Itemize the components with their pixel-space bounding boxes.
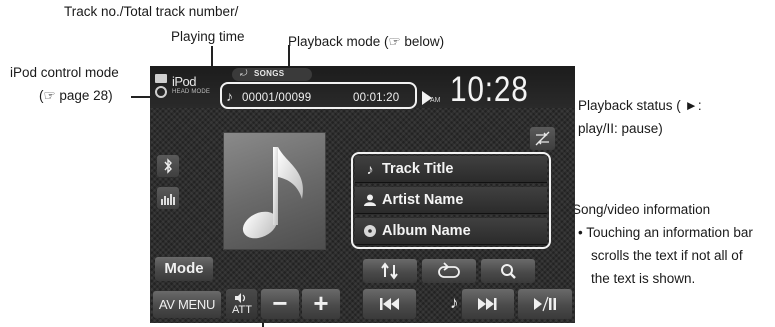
av-menu-button[interactable]: AV MENU xyxy=(153,291,221,318)
annotation-playing-time: Playing time xyxy=(171,28,245,45)
annotation-playback-mode: Playback mode (☞ below) xyxy=(288,33,444,50)
device-screen: iPod HEAD MODE ⤾ SONGS ♪ 00001/00099 00:… xyxy=(150,66,575,323)
repeat-mode-icon: ⤾ xyxy=(240,68,248,78)
annotation-playback-status-2: play/II: pause) xyxy=(578,120,663,137)
annotation-playback-status-line1: Playback status ( ►: xyxy=(578,98,702,113)
speaker-icon xyxy=(235,293,246,303)
music-note-icon: ♪ xyxy=(450,293,459,312)
annotation-playback-mode-text: Playback mode (☞ below) xyxy=(288,34,445,49)
shuffle-button[interactable] xyxy=(363,259,417,283)
skip-back-icon xyxy=(380,298,399,310)
artwork-music-note-icon xyxy=(242,147,304,239)
equalizer-button[interactable] xyxy=(157,187,179,209)
person-icon xyxy=(362,192,378,208)
annotation-track-info-line1: Track no./Total track number/ xyxy=(64,4,239,19)
leader-playback-mode xyxy=(288,45,290,67)
highlight-track-info xyxy=(220,82,417,109)
annotation-song-note-2: scrolls the text if not all of xyxy=(591,247,743,264)
album-artwork xyxy=(223,132,326,250)
annotation-playback-status: Playback status ( ►: xyxy=(578,97,702,114)
annotation-ipod-mode-line2: (☞ page 28) xyxy=(39,88,113,103)
volume-up-button[interactable]: + xyxy=(302,289,340,319)
annotation-song-info: Song/video information xyxy=(572,201,710,218)
volume-up-label: + xyxy=(313,288,329,318)
annotation-ipod-page: (☞ page 28) xyxy=(39,87,113,104)
av-menu-label: AV MENU xyxy=(158,297,216,312)
annotation-song-note-1: • Touching an information bar xyxy=(578,224,753,241)
annotation-track-info: Track no./Total track number/ xyxy=(64,3,238,20)
switch-info-button[interactable] xyxy=(530,127,555,150)
annotation-song-info-text: Song/video information xyxy=(572,202,711,217)
previous-track-button[interactable] xyxy=(363,289,416,319)
att-button[interactable]: ATT xyxy=(226,289,257,319)
playback-mode-label: SONGS xyxy=(254,69,285,78)
next-track-button[interactable] xyxy=(462,289,514,319)
annotation-ipod-mode-line1: iPod control mode xyxy=(10,65,119,80)
disc-icon xyxy=(362,223,378,239)
album-name: Album Name xyxy=(382,223,471,239)
track-title-bar[interactable]: ♪ Track Title xyxy=(355,156,547,183)
skip-forward-icon xyxy=(478,298,497,310)
search-icon xyxy=(501,264,516,279)
repeat-icon xyxy=(438,262,460,278)
annotation-song-info-note-3: the text is shown. xyxy=(591,271,696,286)
ipod-mode-sublabel: HEAD MODE xyxy=(172,89,211,95)
am-pm-label: AM xyxy=(430,97,441,104)
artist-name: Artist Name xyxy=(382,192,464,208)
mode-button[interactable]: Mode xyxy=(155,257,213,281)
play-pause-button[interactable] xyxy=(518,289,572,319)
annotation-playback-status-line2: play/II: pause) xyxy=(578,121,663,136)
annotation-track-info-line2: Playing time xyxy=(171,29,245,44)
source-label: iPod xyxy=(172,74,197,89)
search-button[interactable] xyxy=(481,259,535,283)
artist-name-bar[interactable]: Artist Name xyxy=(355,187,547,214)
ipod-control-mode-icon[interactable] xyxy=(153,73,171,99)
annotation-ipod-mode: iPod control mode xyxy=(10,64,119,81)
shuffle-icon xyxy=(381,262,398,280)
album-name-bar[interactable]: Album Name xyxy=(355,218,547,245)
annotation-song-info-note-2: scrolls the text if not all of xyxy=(591,248,743,263)
annotation-song-note-3: the text is shown. xyxy=(591,270,695,287)
track-title: Track Title xyxy=(382,161,454,177)
mode-button-label: Mode xyxy=(164,260,204,277)
clock: 10:28 xyxy=(450,70,529,109)
repeat-button[interactable] xyxy=(422,259,476,283)
volume-down-button[interactable]: − xyxy=(261,289,299,319)
annotation-song-info-note-1: • Touching an information bar xyxy=(578,225,753,240)
att-label: ATT xyxy=(232,304,252,316)
volume-down-label: − xyxy=(272,288,288,318)
play-pause-icon xyxy=(534,296,556,312)
bluetooth-button[interactable] xyxy=(157,155,179,177)
music-note-icon: ♪ xyxy=(366,161,374,177)
